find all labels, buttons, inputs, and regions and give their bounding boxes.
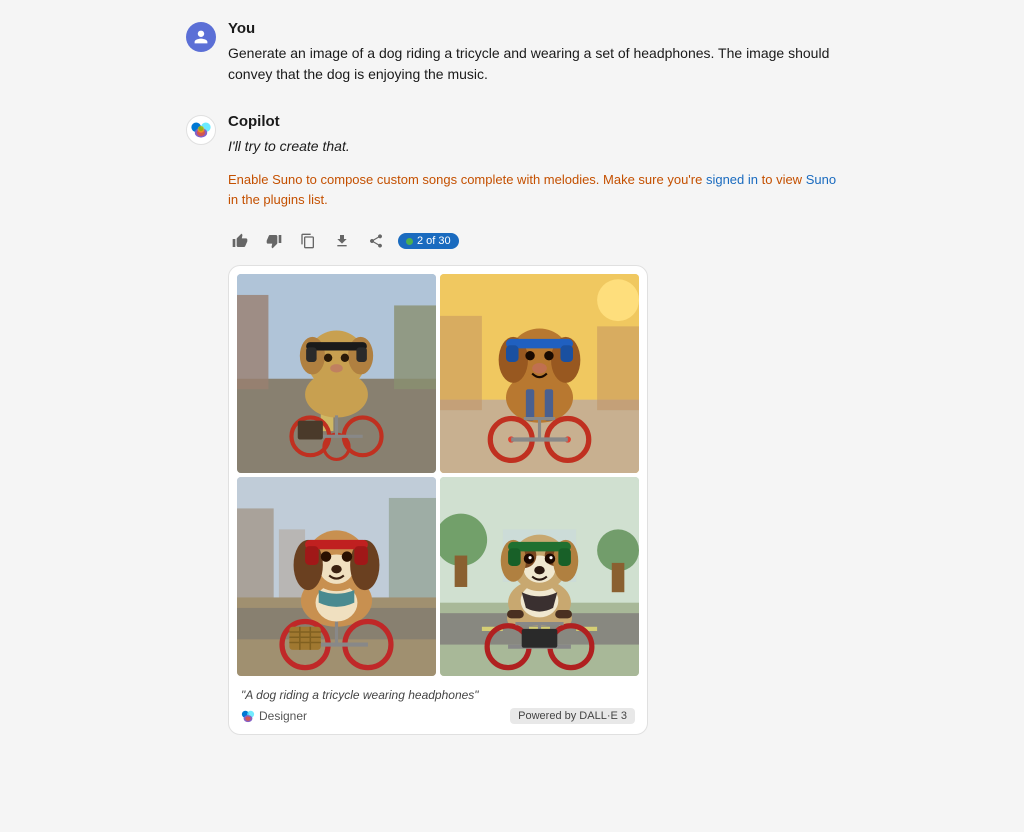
image-cell-4[interactable] bbox=[440, 477, 639, 676]
user-content: You Generate an image of a dog riding a … bbox=[228, 20, 838, 85]
count-label: 2 of 30 bbox=[417, 235, 451, 247]
download-button[interactable] bbox=[330, 229, 354, 253]
copilot-message: Copilot I'll try to create that. Enable … bbox=[186, 113, 838, 735]
image-cell-1[interactable] bbox=[237, 274, 436, 473]
designer-icon bbox=[241, 709, 255, 723]
image-footer: Designer Powered by DALL·E 3 bbox=[237, 704, 639, 726]
dalle-badge: Powered by DALL·E 3 bbox=[510, 708, 635, 724]
dog-image-4-svg bbox=[440, 477, 639, 676]
image-caption: "A dog riding a tricycle wearing headpho… bbox=[237, 684, 639, 704]
user-message: You Generate an image of a dog riding a … bbox=[186, 20, 838, 85]
chat-container: You Generate an image of a dog riding a … bbox=[162, 0, 862, 779]
share-icon bbox=[368, 233, 384, 249]
copy-button[interactable] bbox=[296, 229, 320, 253]
copilot-avatar bbox=[186, 115, 216, 145]
user-name: You bbox=[228, 20, 838, 37]
user-message-text: Generate an image of a dog riding a tric… bbox=[228, 43, 838, 85]
image-grid bbox=[237, 274, 639, 676]
copilot-name: Copilot bbox=[228, 113, 838, 130]
image-card: "A dog riding a tricycle wearing headpho… bbox=[228, 265, 648, 735]
action-bar: 2 of 30 bbox=[228, 229, 838, 253]
suno-signin-link[interactable]: signed in bbox=[706, 172, 758, 187]
designer-label: Designer bbox=[241, 709, 307, 723]
copilot-reply-text: I'll try to create that. bbox=[228, 138, 838, 154]
suno-link[interactable]: Suno bbox=[806, 172, 836, 187]
image-cell-2[interactable] bbox=[440, 274, 639, 473]
suno-notice: Enable Suno to compose custom songs comp… bbox=[228, 170, 838, 209]
thumbs-down-icon bbox=[266, 233, 282, 249]
thumbs-down-button[interactable] bbox=[262, 229, 286, 253]
copy-icon bbox=[300, 233, 316, 249]
dog-image-3-svg bbox=[237, 477, 436, 676]
thumbs-up-button[interactable] bbox=[228, 229, 252, 253]
count-badge: 2 of 30 bbox=[398, 233, 459, 249]
image-cell-3[interactable] bbox=[237, 477, 436, 676]
dog-image-2-svg bbox=[440, 274, 639, 473]
dog-image-1-svg bbox=[237, 274, 436, 473]
copilot-logo-icon bbox=[190, 119, 212, 141]
user-avatar bbox=[186, 22, 216, 52]
user-icon bbox=[193, 29, 209, 45]
share-button[interactable] bbox=[364, 229, 388, 253]
thumbs-up-icon bbox=[232, 233, 248, 249]
copilot-content: Copilot I'll try to create that. Enable … bbox=[228, 113, 838, 735]
download-icon bbox=[334, 233, 350, 249]
count-dot bbox=[406, 238, 413, 245]
designer-label-text: Designer bbox=[259, 709, 307, 723]
